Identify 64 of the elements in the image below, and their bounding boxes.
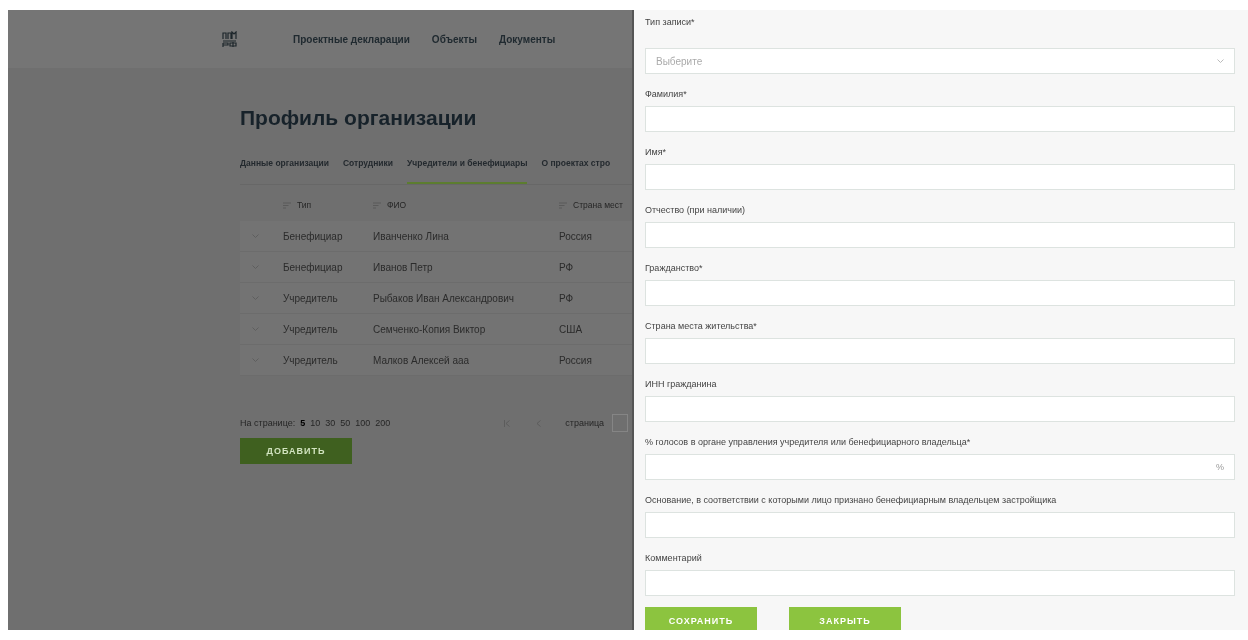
table-cell-text: Иванченко Лина: [373, 230, 450, 242]
table-cell-text: РФ: [559, 261, 575, 273]
table-cell-text: Малков Алексей ааа: [373, 354, 471, 366]
field-label: Тип записи*: [645, 16, 696, 29]
logo-icon[interactable]: [222, 30, 237, 48]
page-size-option[interactable]: 30: [325, 418, 336, 428]
page-title: Профиль организации: [240, 106, 478, 130]
field-label: Имя*: [645, 146, 668, 159]
input-field[interactable]: [645, 164, 1235, 190]
page-size-option[interactable]: 5: [300, 418, 306, 428]
table-cell-text: Учредитель: [283, 292, 339, 304]
column-header[interactable]: Страна мест: [573, 200, 623, 210]
input-field[interactable]: [645, 570, 1235, 596]
field-label: Комментарий: [645, 552, 703, 565]
table-cell-text: РФ: [559, 292, 575, 304]
field-label: Страна места жительства*: [645, 320, 758, 333]
table-row[interactable]: Бенефициар Иванов Петр РФ: [240, 252, 632, 283]
field-label: % голосов в органе управления учредителя или бенефициарного владельца*: [645, 436, 972, 449]
table-cell-text: Учредитель: [283, 323, 339, 335]
close-button[interactable]: ЗАКРЫТЬ: [789, 607, 901, 630]
input-field[interactable]: %: [645, 454, 1235, 480]
page-size-option[interactable]: 200: [375, 418, 391, 428]
table-cell-text: Учредитель: [283, 354, 339, 366]
table-cell-text: США: [559, 323, 584, 335]
table-cell-text: Россия: [559, 354, 593, 366]
chevron-down-icon[interactable]: [1217, 59, 1224, 63]
table-row[interactable]: Бенефициар Иванченко Лина Россия: [240, 221, 632, 252]
table-row[interactable]: Учредитель Рыбаков Иван Александрович РФ: [240, 283, 632, 314]
input-field[interactable]: [645, 222, 1235, 248]
table-cell-text: Бенефициар: [283, 261, 344, 273]
tab[interactable]: Учредители и бенефициары: [407, 152, 528, 184]
table-cell-text: Россия: [559, 230, 593, 242]
field-label: Отчество (при наличии): [645, 204, 747, 217]
field-label: Гражданство*: [645, 262, 704, 275]
nav-link[interactable]: Документы: [499, 33, 556, 45]
input-field[interactable]: [645, 280, 1235, 306]
nav-link[interactable]: Объекты: [431, 33, 477, 45]
field-label: Основание, в соответствии с которыми лицо признано бенефициарным владельцем застройщика: [645, 494, 1058, 507]
table-cell-text: Бенефициар: [283, 230, 344, 242]
column-header[interactable]: Тип: [297, 200, 312, 210]
tab[interactable]: Сотрудники: [342, 152, 394, 184]
page-label: страница: [565, 418, 605, 428]
nav-link[interactable]: Проектные декларации: [293, 33, 410, 45]
page-size-option[interactable]: 10: [310, 418, 321, 428]
input-field[interactable]: [645, 512, 1235, 538]
save-button[interactable]: СОХРАНИТЬ: [645, 607, 757, 630]
input-field[interactable]: [645, 338, 1235, 364]
tab[interactable]: Данные организации: [240, 152, 329, 184]
column-header[interactable]: ФИО: [387, 200, 407, 210]
table-cell-text: Рыбаков Иван Александрович: [373, 292, 515, 304]
tab[interactable]: О проектах стро: [541, 152, 611, 184]
select-field[interactable]: Выберите: [645, 48, 1235, 74]
page-size-label: На странице:: [240, 418, 296, 428]
table-row[interactable]: Учредитель Малков Алексей ааа Россия: [240, 345, 632, 376]
field-label: Фамилия*: [645, 88, 688, 101]
table-cell-text: Семченко-Копия Виктор: [373, 323, 487, 335]
table-row[interactable]: Учредитель Семченко-Копия Виктор США: [240, 314, 632, 345]
input-field[interactable]: [645, 396, 1235, 422]
page-size-option[interactable]: 50: [340, 418, 351, 428]
add-button[interactable]: ДОБАВИТЬ: [240, 438, 352, 464]
input-field[interactable]: [645, 106, 1235, 132]
table-cell-text: Иванов Петр: [373, 261, 434, 273]
field-label: ИНН гражданина: [645, 378, 718, 391]
page-size-option[interactable]: 100: [355, 418, 371, 428]
